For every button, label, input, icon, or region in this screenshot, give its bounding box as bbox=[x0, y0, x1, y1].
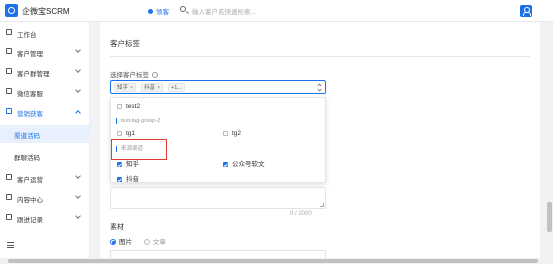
checkbox[interactable] bbox=[223, 130, 228, 136]
sidebar-item-label: 客户运营 bbox=[17, 177, 43, 184]
home-icon bbox=[6, 29, 12, 35]
sidebar-item-followup[interactable]: 跟进记录 bbox=[0, 209, 90, 227]
radio-icon bbox=[143, 239, 150, 245]
marketing-icon bbox=[6, 108, 12, 114]
close-icon[interactable]: × bbox=[130, 85, 133, 91]
selected-tag[interactable]: 知乎 × bbox=[114, 83, 137, 92]
sidebar: 工作台 客户管理 客户群管理 微信客服 营销获客 渠道活码 群聊活码 客户运营 … bbox=[0, 22, 90, 264]
field-label-text: 选择客户标签 bbox=[110, 72, 149, 79]
material-type-radio-group: 图片 文章 bbox=[110, 236, 166, 246]
radio-article[interactable]: 文章 bbox=[143, 239, 166, 246]
field-label: 选择客户标签 bbox=[110, 69, 158, 79]
radio-label: 文章 bbox=[152, 239, 166, 246]
sidebar-subitem-channel-code[interactable]: 渠道活码 bbox=[0, 125, 90, 143]
char-counter: 0 / 2000 bbox=[290, 211, 312, 217]
selected-tag[interactable]: 抖音 × bbox=[141, 83, 164, 92]
tag-option[interactable]: 公众号软文 bbox=[223, 158, 265, 168]
sidebar-item-group-mgmt[interactable]: 客户群管理 bbox=[0, 63, 90, 81]
material-label: 素材 bbox=[110, 224, 124, 231]
chevron-down-icon bbox=[75, 87, 81, 93]
search-icon bbox=[180, 6, 186, 12]
search-placeholder: 输入客户名快速检索... bbox=[192, 9, 256, 16]
sidebar-item-workbench[interactable]: 工作台 bbox=[0, 24, 90, 42]
option-label: tg1 bbox=[126, 130, 136, 137]
menu-collapse-icon[interactable] bbox=[7, 242, 14, 248]
user-avatar-icon[interactable] bbox=[520, 5, 532, 17]
header-search[interactable]: 输入客户名快速检索... bbox=[180, 5, 380, 16]
sidebar-item-customer-ops[interactable]: 客户运营 bbox=[0, 169, 90, 187]
record-icon bbox=[6, 214, 12, 220]
sidebar-item-label: 渠道活码 bbox=[14, 133, 40, 140]
sidebar-subitem-group-code[interactable]: 群聊活码 bbox=[0, 147, 90, 165]
chevron-down-icon bbox=[75, 173, 81, 179]
scrollbar-thumb[interactable] bbox=[547, 202, 552, 232]
highlight-box bbox=[111, 139, 167, 160]
sidebar-item-label: 营销获客 bbox=[17, 111, 43, 118]
sidebar-item-wechat-service[interactable]: 微信客服 bbox=[0, 83, 90, 101]
resize-handle-icon[interactable] bbox=[320, 203, 324, 207]
radio-label: 图片 bbox=[119, 239, 132, 246]
chevron-down-icon bbox=[75, 213, 81, 219]
checkbox[interactable] bbox=[117, 130, 122, 136]
option-label: 知乎 bbox=[126, 161, 139, 168]
message-textarea[interactable] bbox=[110, 187, 326, 209]
tag-option[interactable]: test2 bbox=[117, 103, 140, 110]
sidebar-item-label: 群聊活码 bbox=[14, 155, 40, 162]
tag-label: 抖音 bbox=[144, 85, 156, 91]
close-icon[interactable]: × bbox=[157, 85, 160, 91]
sidebar-item-label: 跟进记录 bbox=[17, 217, 43, 224]
tag-option[interactable]: tg1 bbox=[117, 130, 135, 137]
option-label: test2 bbox=[126, 103, 141, 110]
service-icon bbox=[6, 88, 12, 94]
sidebar-item-label: 工作台 bbox=[17, 32, 37, 39]
sidebar-item-label: 客户管理 bbox=[17, 51, 43, 58]
sidebar-item-label: 内容中心 bbox=[17, 197, 43, 204]
sidebar-item-content-center[interactable]: 内容中心 bbox=[0, 189, 90, 207]
vertical-scrollbar[interactable] bbox=[546, 22, 553, 258]
users-icon bbox=[6, 48, 12, 54]
chevron-down-icon bbox=[75, 67, 81, 73]
tag-label: 知乎 bbox=[117, 85, 129, 91]
group-header: test-tag-group-2 bbox=[116, 118, 160, 124]
sidebar-item-label: 微信客服 bbox=[17, 91, 43, 98]
select-arrows-icon bbox=[317, 84, 321, 91]
chevron-up-icon bbox=[75, 110, 81, 116]
tag-label: +1... bbox=[171, 85, 182, 91]
sidebar-item-label: 客户群管理 bbox=[17, 71, 50, 78]
mode-dot-icon bbox=[148, 9, 153, 14]
tag-select[interactable]: 知乎 × 抖音 × +1... bbox=[110, 80, 326, 94]
group-icon bbox=[6, 68, 12, 74]
scrollbar-thumb[interactable] bbox=[8, 259, 538, 263]
sidebar-item-customer-mgmt[interactable]: 客户管理 bbox=[0, 43, 90, 61]
section-title: 客户标签 bbox=[110, 39, 140, 48]
option-label: 公众号软文 bbox=[232, 161, 265, 168]
checkbox[interactable] bbox=[117, 103, 122, 109]
radio-selected-icon bbox=[110, 239, 116, 245]
chevron-down-icon bbox=[75, 47, 81, 53]
tag-option[interactable]: 抖音 bbox=[117, 173, 139, 183]
horizontal-scrollbar[interactable] bbox=[0, 258, 553, 264]
more-tags-badge: +1... bbox=[168, 83, 185, 92]
app-name: 企微宝SCRM bbox=[22, 7, 70, 16]
mode-label: 领客 bbox=[156, 9, 169, 16]
mode-switch[interactable]: 领客 bbox=[148, 6, 169, 16]
checkbox-checked[interactable] bbox=[117, 161, 122, 167]
chevron-down-icon bbox=[75, 193, 81, 199]
help-icon[interactable] bbox=[152, 72, 158, 78]
logo-icon bbox=[5, 4, 18, 17]
sidebar-item-marketing[interactable]: 营销获客 bbox=[0, 103, 90, 121]
content-icon bbox=[6, 194, 12, 200]
option-label: tg2 bbox=[232, 130, 242, 137]
checkbox-checked[interactable] bbox=[223, 161, 228, 167]
tag-option[interactable]: tg2 bbox=[223, 130, 241, 137]
top-header: 企微宝SCRM 领客 输入客户名快速检索... bbox=[0, 0, 553, 22]
radio-image[interactable]: 图片 bbox=[110, 239, 132, 246]
option-label: 抖音 bbox=[126, 176, 139, 183]
checkbox-checked[interactable] bbox=[117, 176, 122, 182]
divider bbox=[110, 56, 530, 57]
operations-icon bbox=[6, 174, 12, 180]
